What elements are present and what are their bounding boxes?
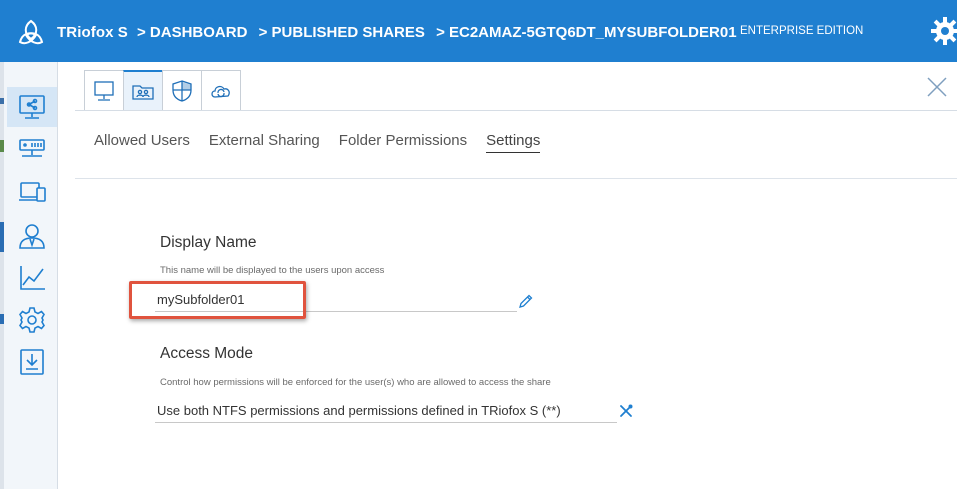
- sidebar-item-servers[interactable]: [7, 128, 57, 168]
- tab-settings[interactable]: Settings: [486, 132, 541, 153]
- server-icon: [19, 139, 45, 157]
- user-icon: [19, 224, 45, 249]
- tab-user-access[interactable]: [123, 70, 163, 111]
- edition-label: ENTERPRISE EDITION: [740, 25, 864, 37]
- close-icon[interactable]: [925, 75, 949, 99]
- tools-icon[interactable]: [618, 403, 634, 419]
- display-name-hint: This name will be displayed to the users…: [160, 265, 385, 276]
- share-folder-icon: [19, 95, 45, 119]
- users-folder-icon: [132, 84, 154, 100]
- sidebar-item-users[interactable]: [7, 216, 57, 256]
- tab-external-sharing[interactable]: External Sharing: [209, 132, 320, 153]
- sidebar-item-settings[interactable]: [7, 300, 57, 340]
- chart-icon: [20, 266, 45, 290]
- sidebar-item-reports[interactable]: [7, 258, 57, 298]
- breadcrumb-published-shares[interactable]: > PUBLISHED SHARES: [259, 24, 425, 41]
- tab-share-info[interactable]: [84, 70, 124, 111]
- cloud-sync-icon: [211, 85, 230, 98]
- devices-icon: [19, 182, 46, 202]
- highlight-box: [129, 281, 306, 319]
- computer-icon: [94, 81, 114, 101]
- top-bar: TRiofox S > DASHBOARD > PUBLISHED SHARES…: [0, 0, 957, 62]
- tab-allowed-users[interactable]: Allowed Users: [94, 132, 190, 153]
- shield-icon: [172, 80, 192, 102]
- pencil-icon[interactable]: [518, 293, 534, 309]
- tab-folder-permissions[interactable]: Folder Permissions: [339, 132, 467, 153]
- sidebar-item-downloads[interactable]: [7, 342, 57, 382]
- sidebar: [4, 62, 58, 489]
- triofox-logo-icon: [18, 19, 44, 45]
- app-window: TRiofox S > DASHBOARD > PUBLISHED SHARES…: [0, 0, 957, 489]
- settings-subtabs: Allowed Users External Sharing Folder Pe…: [94, 132, 559, 153]
- sidebar-item-shares[interactable]: [7, 87, 57, 127]
- icon-tab-bar: [84, 70, 241, 112]
- download-icon: [20, 349, 44, 375]
- sidebar-item-devices[interactable]: [7, 172, 57, 212]
- gear-icon[interactable]: [930, 16, 957, 46]
- divider: [75, 178, 957, 179]
- divider: [75, 110, 957, 111]
- access-mode-hint: Control how permissions will be enforced…: [160, 377, 551, 388]
- breadcrumb-current-share: > EC2AMAZ-5GTQ6DT_MYSUBFOLDER01: [436, 24, 737, 41]
- access-mode-value: Use both NTFS permissions and permission…: [155, 401, 617, 423]
- brand-name[interactable]: TRiofox S: [57, 24, 128, 41]
- display-name-title: Display Name: [160, 234, 257, 251]
- breadcrumb: > DASHBOARD > PUBLISHED SHARES > EC2AMAZ…: [137, 24, 744, 41]
- breadcrumb-dashboard[interactable]: > DASHBOARD: [137, 24, 247, 41]
- tab-cloud-sync[interactable]: [201, 70, 241, 111]
- settings-icon: [19, 307, 45, 333]
- share-settings-panel: Allowed Users External Sharing Folder Pe…: [59, 62, 957, 489]
- access-mode-title: Access Mode: [160, 345, 254, 362]
- tab-security[interactable]: [162, 70, 202, 111]
